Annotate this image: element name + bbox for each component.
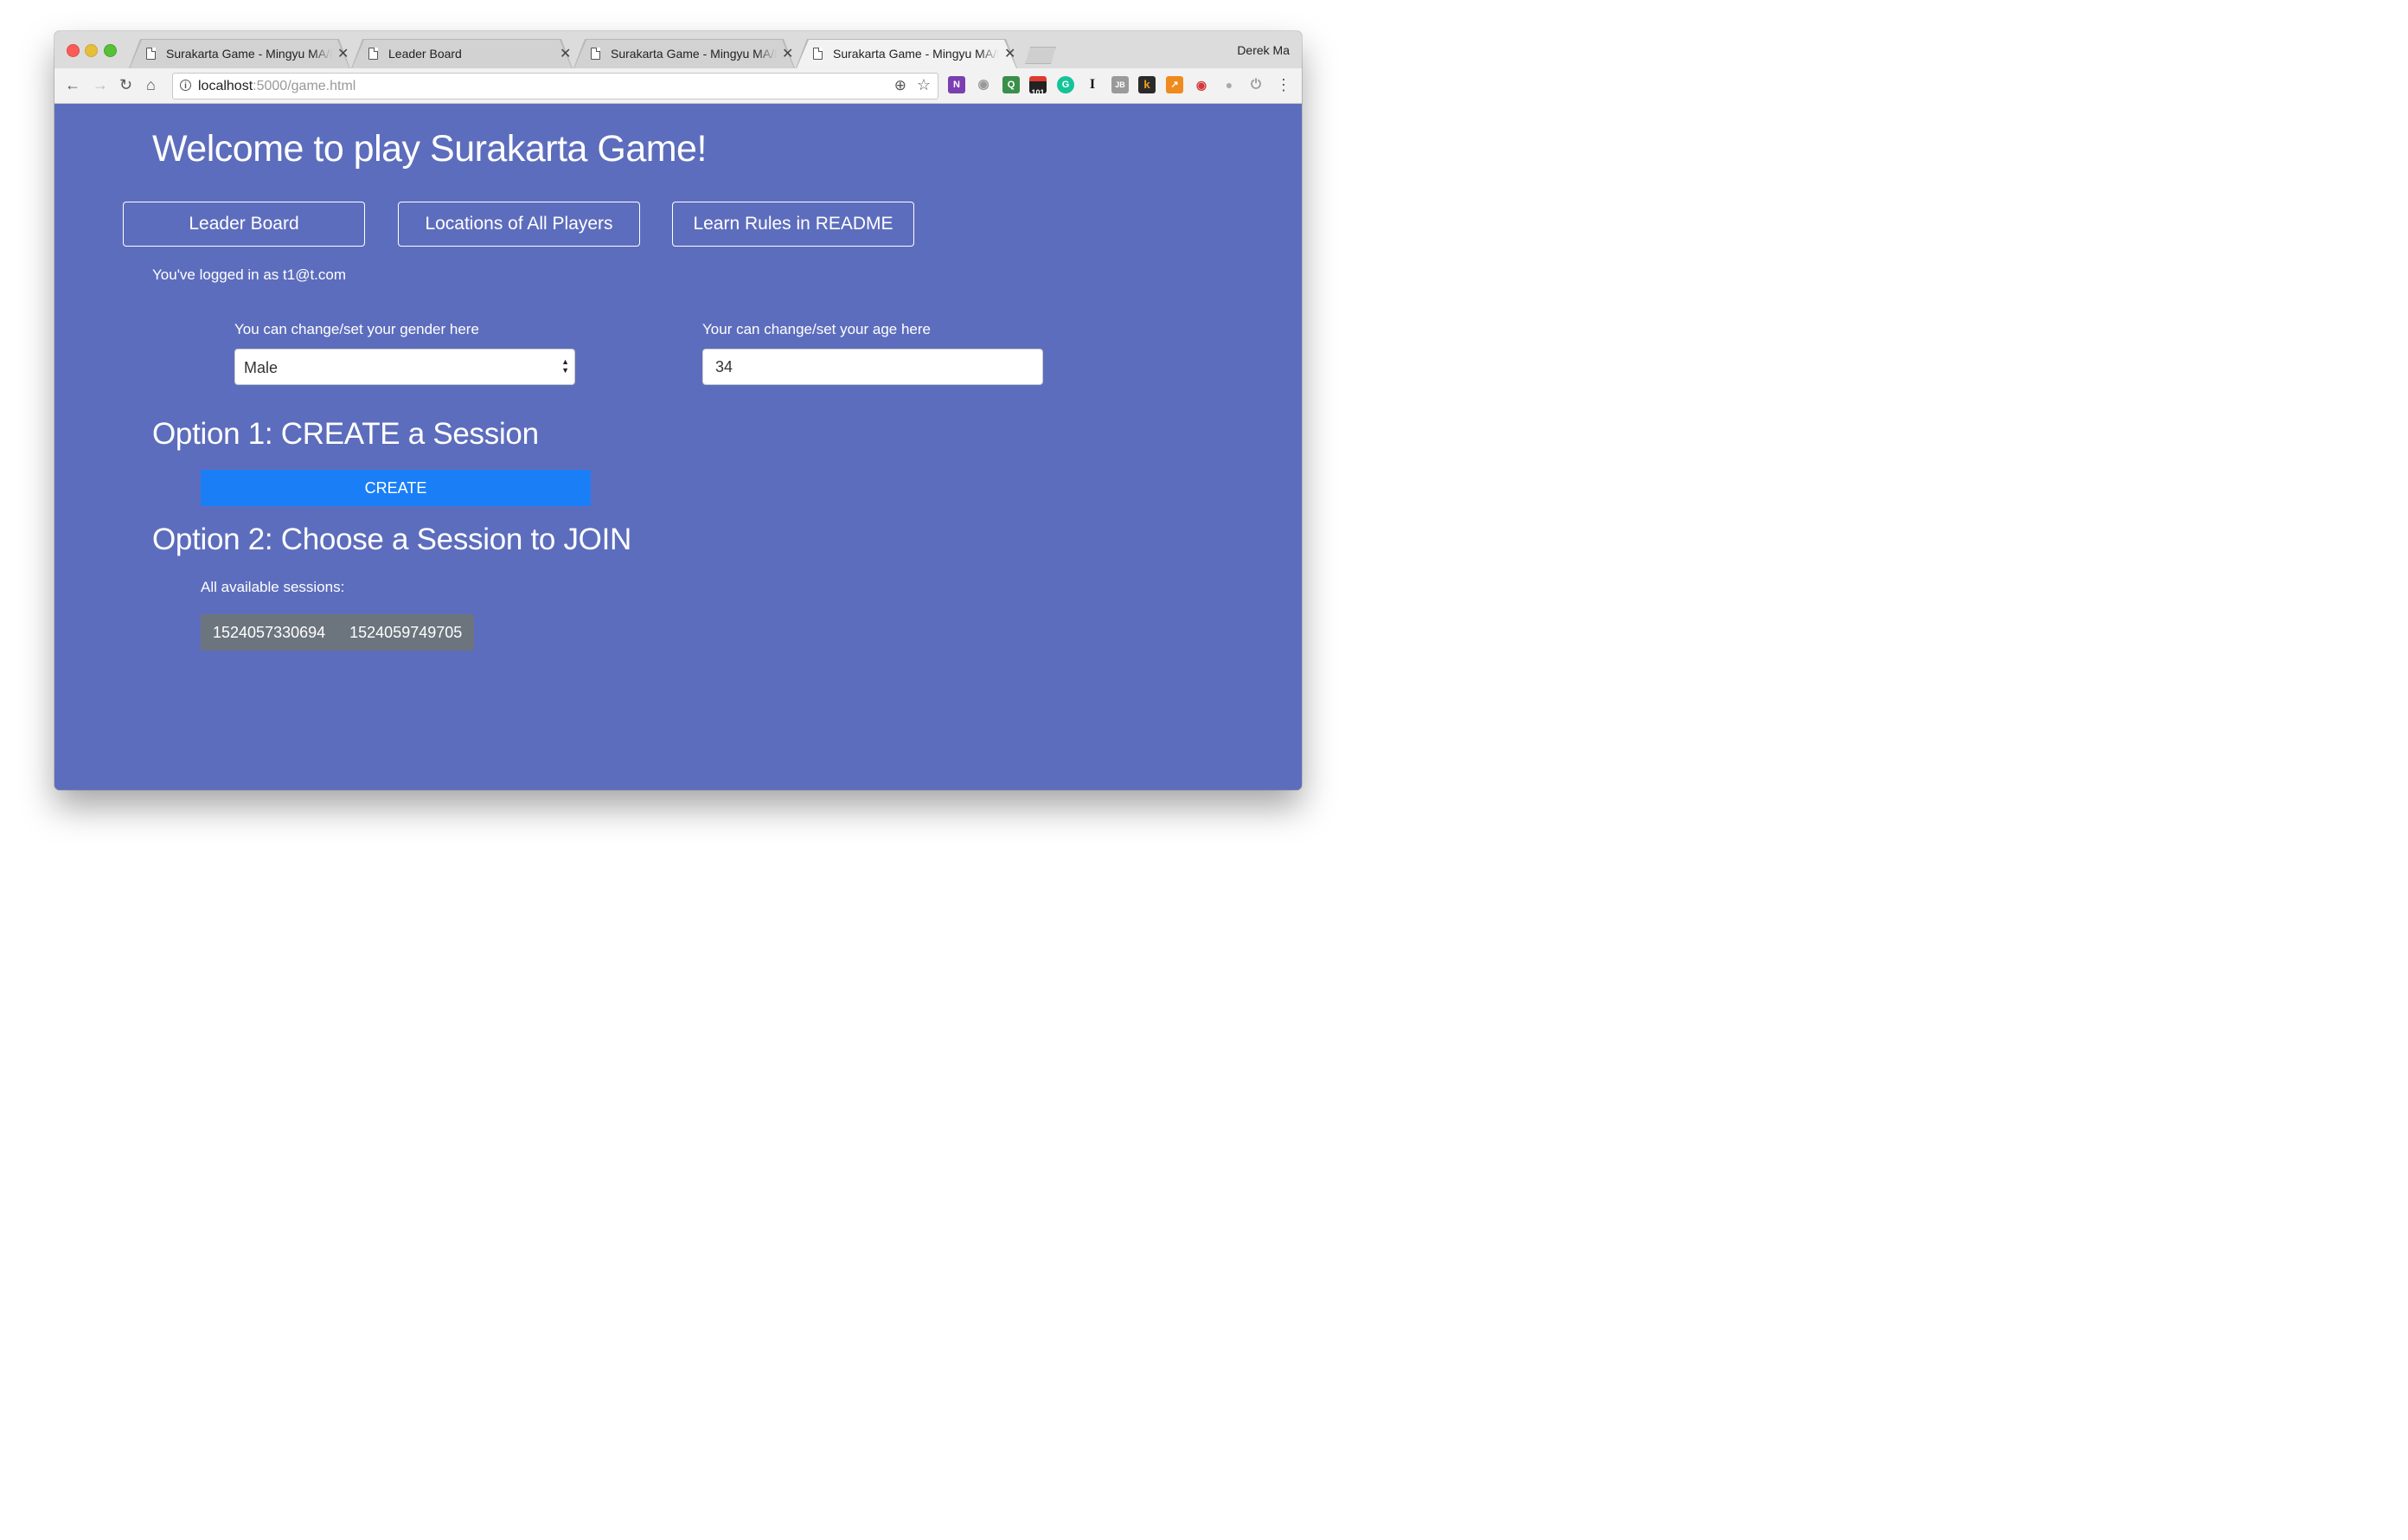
home-icon[interactable]: ⌂: [146, 75, 156, 94]
browser-toolbar: ← → ↻ ⌂ i localhost:5000/game.html ⊕ ☆ N…: [54, 68, 1302, 104]
age-label: Your can change/set your age here: [702, 321, 932, 337]
forward-arrow-icon[interactable]: →: [93, 75, 108, 94]
info-icon[interactable]: i: [180, 80, 191, 91]
grammarly-icon[interactable]: G: [1057, 76, 1074, 93]
screenshot-icon[interactable]: Q: [1002, 76, 1020, 93]
power-icon[interactable]: ⏻: [1247, 76, 1265, 93]
option1-heading: Option 1: CREATE a Session: [152, 417, 539, 451]
leader-board-button[interactable]: Leader Board: [123, 202, 365, 247]
jetbrains-icon[interactable]: JB: [1111, 76, 1129, 93]
back-arrow-icon[interactable]: ←: [65, 75, 80, 94]
tab-close-icon[interactable]: ✕: [1004, 45, 1015, 62]
page-title: Welcome to play Surakarta Game!: [152, 128, 707, 170]
window-maximize-button[interactable]: [104, 44, 117, 57]
new-tab-button[interactable]: [1025, 47, 1056, 64]
address-bar[interactable]: i localhost:5000/game.html ⊕ ☆: [172, 73, 938, 99]
reload-icon[interactable]: ↻: [119, 75, 132, 94]
onenote-icon[interactable]: N: [948, 76, 965, 93]
locations-button[interactable]: Locations of All Players: [398, 202, 640, 247]
session-item[interactable]: 1524057330694: [201, 614, 337, 651]
location-target-icon[interactable]: ⊕: [894, 77, 906, 94]
instapaper-icon[interactable]: I: [1084, 76, 1101, 93]
tab-title: Surakarta Game - Mingyu MA/Derek Ma: [166, 47, 332, 61]
bookmark-star-icon[interactable]: ☆: [917, 76, 931, 94]
browser-tab-active[interactable]: Surakarta Game - Mingyu MA/Derek Ma ✕: [796, 39, 1017, 68]
document-icon: [146, 48, 156, 60]
menu-dots-icon[interactable]: ⋮: [1276, 75, 1291, 94]
tab-strip: Surakarta Game - Mingyu MA/Derek Ma ✕ Le…: [54, 31, 1302, 68]
browser-tab[interactable]: Surakarta Game - Mingyu MA/Derek Ma ✕: [129, 39, 350, 68]
document-icon: [813, 48, 823, 60]
tab-close-icon[interactable]: ✕: [337, 45, 349, 62]
keepa-icon[interactable]: k: [1138, 76, 1156, 93]
age-input[interactable]: [702, 349, 1043, 385]
browser-tab[interactable]: Surakarta Game - Mingyu MA/Derek Ma ✕: [573, 39, 795, 68]
tab-close-icon[interactable]: ✕: [560, 45, 571, 62]
puppet-icon[interactable]: ●: [1220, 76, 1238, 93]
page-content: Welcome to play Surakarta Game! Leader B…: [54, 104, 1302, 790]
tab-title: Surakarta Game - Mingyu MA/Derek Ma: [833, 47, 999, 61]
window-close-button[interactable]: [67, 44, 80, 57]
browser-tab[interactable]: Leader Board ✕: [351, 39, 573, 68]
counter-101-icon[interactable]: 101: [1029, 76, 1047, 97]
profile-name[interactable]: Derek Ma: [1237, 43, 1290, 57]
option2-heading: Option 2: Choose a Session to JOIN: [152, 523, 631, 556]
browser-window: Surakarta Game - Mingyu MA/Derek Ma ✕ Le…: [54, 31, 1302, 790]
rules-readme-button[interactable]: Learn Rules in README: [672, 202, 914, 247]
tab-close-icon[interactable]: ✕: [782, 45, 793, 62]
gender-select[interactable]: Male ▲ ▼: [234, 349, 575, 385]
gender-label: You can change/set your gender here: [234, 321, 479, 337]
gender-value: Male: [244, 359, 279, 376]
logged-in-text: You've logged in as t1@t.com: [152, 266, 347, 283]
camera-icon[interactable]: ◉: [975, 76, 992, 93]
tab-title: Leader Board: [388, 47, 462, 61]
sessions-label: All available sessions:: [201, 579, 345, 595]
select-arrows-icon: ▲ ▼: [561, 357, 569, 375]
pocket-icon[interactable]: ◉: [1193, 76, 1210, 93]
window-minimize-button[interactable]: [85, 44, 98, 57]
sessions-list: 1524057330694 1524059749705: [201, 614, 475, 651]
url-text[interactable]: localhost:5000/game.html: [198, 79, 355, 94]
document-icon: [368, 48, 378, 60]
document-icon: [591, 48, 600, 60]
tab-title: Surakarta Game - Mingyu MA/Derek Ma: [611, 47, 777, 61]
session-item[interactable]: 1524059749705: [337, 614, 474, 651]
chart-icon[interactable]: ↗: [1166, 76, 1183, 93]
create-button[interactable]: CREATE: [201, 470, 591, 506]
